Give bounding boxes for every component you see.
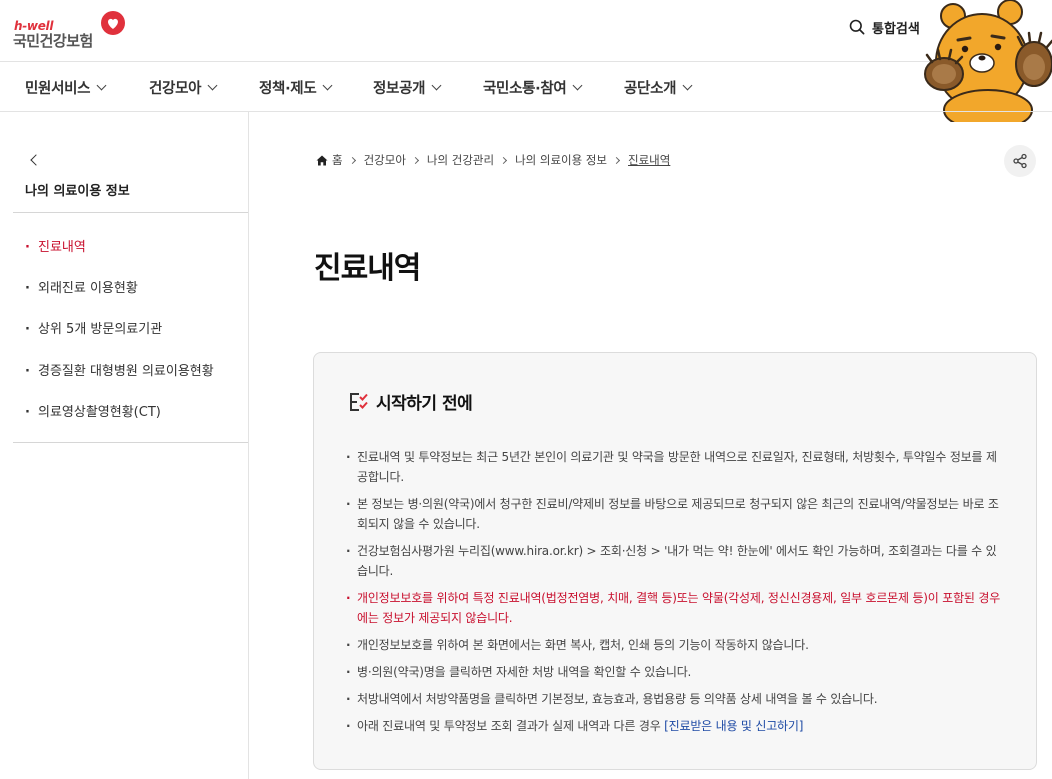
gnb-item-label: 민원서비스	[25, 81, 91, 97]
notice-item: 진료내역 및 투약정보는 최근 5년간 본인이 의료기관 및 약국을 방문한 내…	[344, 447, 1004, 487]
left-sidebar: 나의 의료이용 정보 진료내역 외래진료 이용현황 상위 5개 방문의료기관 경…	[0, 112, 249, 779]
back-arrow-icon[interactable]	[29, 154, 41, 166]
breadcrumb-item[interactable]: 나의 건강관리	[427, 152, 494, 168]
gnb-item-civil-service[interactable]: 민원서비스	[25, 77, 107, 98]
report-link[interactable]: [진료받은 내용 및 신고하기]	[664, 719, 803, 733]
chevron-right-icon	[348, 156, 356, 164]
search-icon	[849, 19, 865, 35]
site-logo[interactable]: h-well 국민건강보험	[13, 10, 128, 52]
divider	[13, 442, 248, 443]
heart-icon	[101, 11, 125, 35]
notice-item: 처방내역에서 처방약품명을 클릭하면 기본정보, 효능효과, 용법용량 등 의약…	[344, 689, 1004, 709]
sidebar-item-top5-institutions[interactable]: 상위 5개 방문의료기관	[25, 318, 162, 337]
chevron-down-icon	[431, 80, 442, 91]
gnb-item-label: 건강모아	[149, 81, 202, 97]
chevron-right-icon	[411, 156, 419, 164]
sidebar-item-outpatient-status[interactable]: 외래진료 이용현황	[25, 277, 138, 296]
notice-item: 병·의원(약국)명을 클릭하면 자세한 처방 내역을 확인할 수 있습니다.	[344, 662, 1004, 682]
page-title: 진료내역	[314, 251, 421, 286]
notice-item: 개인정보보호를 위하여 본 화면에서는 화면 복사, 캡처, 인쇄 등의 기능이…	[344, 635, 1004, 655]
chevron-right-icon	[612, 156, 621, 164]
notice-item-text: 아래 진료내역 및 투약정보 조회 결과가 실제 내역과 다른 경우	[357, 719, 665, 733]
notice-item: 본 정보는 병·의원(약국)에서 청구한 진료비/약제비 정보를 바탕으로 제공…	[344, 494, 1004, 534]
gnb-item-label: 정보공개	[373, 81, 426, 97]
notice-item-warning: 개인정보보호를 위하여 특정 진료내역(법정전염병, 치매, 결핵 등)또는 약…	[344, 588, 1004, 628]
breadcrumb-item[interactable]: 나의 의료이용 정보	[515, 152, 607, 168]
gnb-item-about[interactable]: 공단소개	[624, 77, 693, 98]
integrated-search-button[interactable]: 통합검색	[849, 17, 920, 37]
chevron-down-icon	[573, 80, 583, 91]
chevron-down-icon	[96, 80, 107, 91]
gnb-item-policy[interactable]: 정책·제도	[259, 77, 333, 98]
breadcrumb-home[interactable]: 홈	[332, 152, 343, 168]
logo-name-text: 국민건강보험	[13, 32, 93, 50]
share-icon	[1013, 153, 1027, 169]
gnb-item-label: 정책·제도	[259, 81, 317, 97]
gnb-item-label: 공단소개	[624, 81, 677, 97]
breadcrumb-current[interactable]: 진료내역	[628, 152, 670, 168]
gnb-item-disclosure[interactable]: 정보공개	[373, 77, 442, 98]
notice-header: 시작하기 전에	[348, 389, 473, 414]
chevron-down-icon	[682, 80, 693, 91]
site-header: h-well 국민건강보험 통합검색	[0, 0, 1052, 62]
chevron-down-icon	[322, 80, 333, 91]
sidebar-title: 나의 의료이용 정보	[25, 184, 130, 199]
sidebar-item-ct-imaging[interactable]: 의료영상촬영현황(CT)	[25, 401, 161, 420]
notice-list: 진료내역 및 투약정보는 최근 5년간 본인이 의료기관 및 약국을 방문한 내…	[344, 447, 1004, 743]
chevron-down-icon	[207, 80, 218, 91]
before-start-notice: 시작하기 전에 진료내역 및 투약정보는 최근 5년간 본인이 의료기관 및 약…	[313, 352, 1037, 770]
chevron-right-icon	[500, 156, 508, 164]
checklist-icon	[350, 392, 368, 411]
search-label: 통합검색	[872, 21, 920, 37]
gnb-item-health[interactable]: 건강모아	[149, 77, 218, 98]
notice-title: 시작하기 전에	[376, 394, 473, 414]
gnb-item-label: 국민소통·참여	[483, 81, 567, 97]
notice-item: 아래 진료내역 및 투약정보 조회 결과가 실제 내역과 다른 경우 [진료받은…	[344, 716, 1004, 736]
sidebar-item-mild-disease-hospital[interactable]: 경증질환 대형병원 의료이용현황	[25, 360, 214, 379]
share-button[interactable]	[1004, 145, 1036, 177]
breadcrumb: 홈 건강모아 나의 건강관리 나의 의료이용 정보 진료내역	[316, 152, 670, 168]
main-navigation: 민원서비스 건강모아 정책·제도 정보공개 국민소통·참여 공단소개	[0, 62, 1052, 112]
notice-item: 건강보험심사평가원 누리집(www.hira.or.kr) > 조회·신청 > …	[344, 541, 1004, 581]
gnb-item-communication[interactable]: 국민소통·참여	[483, 77, 583, 98]
sidebar-item-treatment-history[interactable]: 진료내역	[25, 236, 86, 255]
breadcrumb-item[interactable]: 건강모아	[364, 152, 406, 168]
divider	[13, 212, 248, 213]
home-icon	[316, 155, 328, 165]
